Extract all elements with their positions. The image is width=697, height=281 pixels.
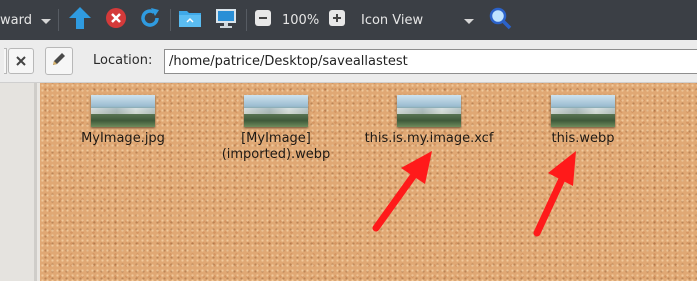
- arrow-up-icon: [66, 4, 94, 36]
- location-input[interactable]: [164, 49, 697, 74]
- reload-icon: [138, 6, 162, 34]
- computer-icon: [214, 6, 238, 34]
- zoom-in-icon: [328, 9, 346, 31]
- zoom-out-icon: [254, 9, 272, 31]
- forward-label: ward: [0, 12, 32, 28]
- annotation-arrows: [372, 151, 576, 237]
- forward-button[interactable]: ward: [0, 0, 52, 40]
- location-bar: Location:: [0, 40, 697, 83]
- panel-edge: [4, 48, 7, 74]
- side-panel: [0, 83, 37, 281]
- view-mode-label: Icon View: [361, 12, 424, 28]
- stop-button[interactable]: [104, 0, 128, 40]
- toolbar: ward 100% Icon View: [0, 0, 697, 40]
- reload-button[interactable]: [138, 0, 162, 40]
- zoom-level: 100%: [282, 12, 320, 28]
- location-label: Location:: [93, 53, 153, 68]
- close-icon: [15, 52, 27, 71]
- icon-view[interactable]: MyImage.jpg [MyImage] (imported).webp th…: [40, 83, 697, 281]
- go-up-button[interactable]: [66, 0, 94, 40]
- computer-button[interactable]: [214, 0, 238, 40]
- pencil-icon: [50, 50, 68, 72]
- zoom-in-button[interactable]: [328, 0, 346, 40]
- stop-icon: [104, 6, 128, 34]
- edit-location-button[interactable]: [45, 47, 73, 75]
- view-mode-select[interactable]: Icon View: [361, 0, 475, 40]
- folder-icon: [178, 7, 202, 33]
- search-button[interactable]: [488, 0, 512, 40]
- red-arrow-icon: [372, 151, 432, 232]
- home-folder-button[interactable]: [178, 0, 202, 40]
- search-icon: [488, 6, 512, 34]
- red-arrow-icon: [533, 151, 576, 237]
- chevron-down-icon: [40, 11, 52, 30]
- zoom-out-button[interactable]: [254, 0, 272, 40]
- chevron-down-icon: [463, 11, 475, 30]
- close-panel-button[interactable]: [8, 48, 34, 74]
